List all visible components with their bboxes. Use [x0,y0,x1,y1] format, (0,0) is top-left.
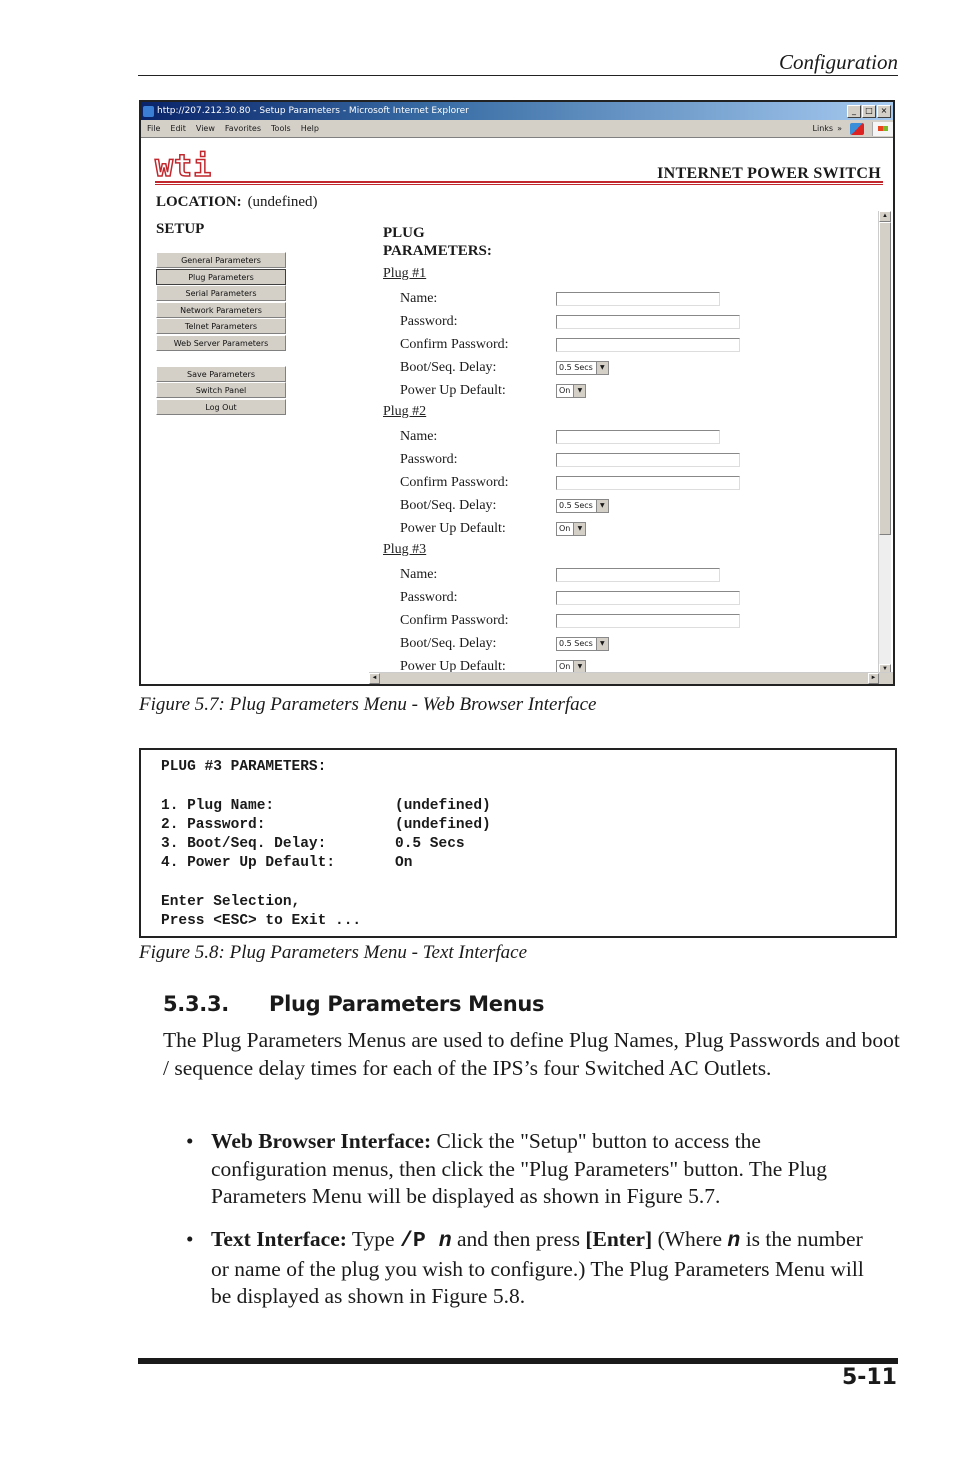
setup-title: SETUP [156,221,205,237]
menu-edit[interactable]: Edit [170,124,186,133]
section-number: 5.3.3. [163,992,229,1016]
log-out-button[interactable]: Log Out [156,398,286,415]
plug-2-confirm-password-input[interactable] [556,475,740,490]
scroll-left-icon[interactable]: ◄ [369,673,380,684]
plug-1-password-input[interactable] [556,314,740,329]
save-parameters-button[interactable]: Save Parameters [156,365,286,382]
location-label: LOCATION: [156,194,242,210]
plug-2-name-input[interactable] [556,429,720,444]
bullet-web-interface: • Web Browser Interface: Click the "Setu… [186,1129,828,1208]
location-line: LOCATION: (undefined) [156,194,318,211]
plug-3-link[interactable]: Plug #3 [383,540,863,563]
brand-rule [155,181,883,185]
window-title: http://207.212.30.80 - Setup Parameters … [157,106,469,116]
horizontal-scrollbar[interactable]: ◄ ► [369,672,893,684]
scroll-up-icon[interactable]: ▲ [879,211,891,222]
location-value: (undefined) [247,194,318,210]
terminal-item: 2. Password: (undefined) [161,816,491,833]
plug-3-confirm-password-input[interactable] [556,613,740,628]
menu-tools[interactable]: Tools [271,124,291,133]
pdf-toolbar-icon[interactable] [850,122,864,135]
switch-panel-button[interactable]: Switch Panel [156,382,286,399]
wti-logo: wti [154,149,213,184]
terminal-header: PLUG #3 PARAMETERS: [161,759,327,775]
figure-5-7-caption: Figure 5.7: Plug Parameters Menu - Web B… [139,694,597,715]
plug-1-default-select[interactable]: On ▼ [556,383,587,398]
menu-view[interactable]: View [196,124,215,133]
terminal-item: 1. Plug Name: (undefined) [161,797,491,814]
scroll-right-icon[interactable]: ► [868,673,879,684]
vertical-scrollbar[interactable]: ▲ ▼ [878,211,891,675]
figure-5-8-caption: Figure 5.8: Plug Parameters Menu - Text … [139,942,528,963]
plug-3-delay-select[interactable]: 0.5 Secs ▼ [556,636,609,651]
plug-list: Plug #1 Name: Password: Confirm Password… [383,264,863,678]
links-button[interactable]: Links [813,124,834,133]
dropdown-arrow-icon: ▼ [595,637,608,650]
text-interface-figure: PLUG #3 PARAMETERS: 1. Plug Name: (undefin… [139,748,897,938]
dropdown-arrow-icon: ▼ [573,660,586,673]
plug-1-confirm-password-input[interactable] [556,337,740,352]
plug-section: Plug #2 Name: Password: Confirm Password… [383,402,863,540]
header-rule [138,75,898,76]
serial-parameters-button[interactable]: Serial Parameters [156,285,286,302]
menu-help[interactable]: Help [301,124,319,133]
setup-nav: General Parameters Plug Parameters Seria… [156,252,286,415]
ie-icon [143,105,154,117]
terminal-item: 4. Power Up Default: On [161,855,413,872]
terminal-prompt: Press <ESC> to Exit ... [161,913,362,930]
minimize-button[interactable]: _ [847,104,861,118]
menu-file[interactable]: File [147,124,160,133]
plug-1-delay-select[interactable]: 0.5 Secs ▼ [556,360,609,375]
intro-paragraph: The Plug Parameters Menus are used to de… [163,1028,900,1080]
dropdown-arrow-icon: ▼ [573,384,586,397]
plug-1-name-input[interactable] [556,291,720,306]
telnet-parameters-button[interactable]: Telnet Parameters [156,318,286,335]
section-title: Plug Parameters Menus [269,992,545,1016]
plug-3-name-input[interactable] [556,567,720,582]
plug-section: Plug #1 Name: Password: Confirm Password… [383,264,863,402]
plug-2-delay-select[interactable]: 0.5 Secs ▼ [556,498,609,513]
title-bar: http://207.212.30.80 - Setup Parameters … [141,102,893,120]
section-heading: 5.3.3. Plug Parameters Menus [163,992,545,1016]
chevron-icon[interactable]: » [837,124,842,133]
footer-rule [138,1358,898,1364]
plug-parameters-button[interactable]: Plug Parameters [156,268,286,285]
general-parameters-button[interactable]: General Parameters [156,252,286,268]
plug-2-link[interactable]: Plug #2 [383,402,863,425]
terminal-prompt: Enter Selection, [161,894,301,911]
terminal-item: 3. Boot/Seq. Delay: 0.5 Secs [161,836,465,853]
web-server-parameters-button[interactable]: Web Server Parameters [156,334,286,351]
menu-bar: File Edit View Favorites Tools Help Link… [141,120,893,138]
plug-section: Plug #3 Name: Password: Confirm Password… [383,540,863,678]
scroll-thumb[interactable] [879,222,891,535]
close-button[interactable]: × [877,104,891,118]
windows-logo-icon [872,121,893,136]
plug-3-password-input[interactable] [556,590,740,605]
plug-2-default-select[interactable]: On ▼ [556,521,587,536]
dropdown-arrow-icon: ▼ [573,522,586,535]
page-number: 5-11 [841,1365,897,1390]
menu-favorites[interactable]: Favorites [225,124,261,133]
maximize-button[interactable]: □ [862,104,876,118]
bullet-text-interface: • Text Interface: Type /P n and then pre… [186,1227,864,1308]
plug-1-link[interactable]: Plug #1 [383,264,863,287]
dropdown-arrow-icon: ▼ [595,499,608,512]
page-content: wti INTERNET POWER SWITCH LOCATION: (unde… [141,138,893,684]
dropdown-arrow-icon: ▼ [595,361,608,374]
plug-2-password-input[interactable] [556,452,740,467]
running-head: Configuration [778,50,898,74]
browser-window: http://207.212.30.80 - Setup Parameters … [139,100,895,686]
network-parameters-button[interactable]: Network Parameters [156,301,286,318]
panel-title: PLUG PARAMETERS: [383,225,492,259]
